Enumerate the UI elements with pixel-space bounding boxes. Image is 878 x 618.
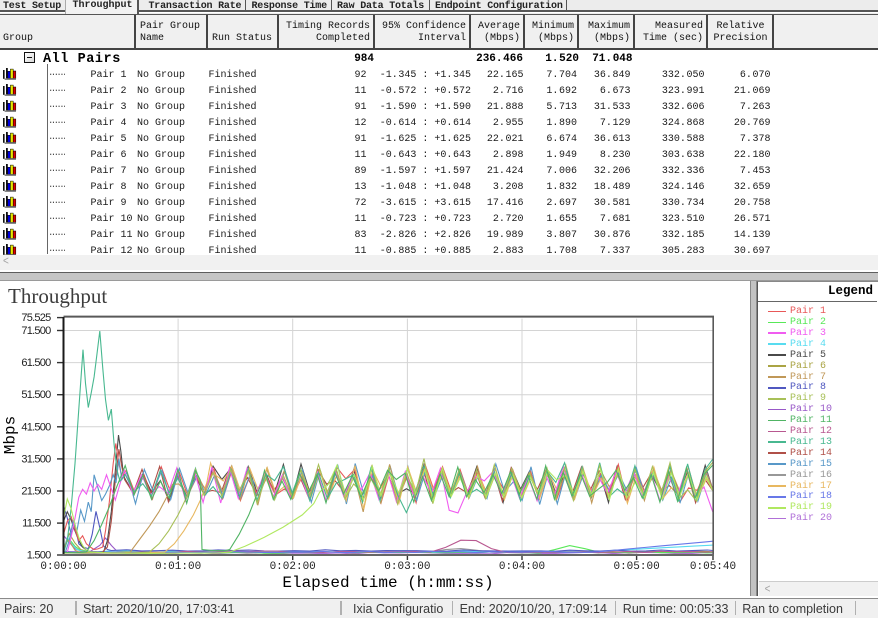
svg-text:21.500: 21.500: [21, 486, 51, 498]
svg-text:1.500: 1.500: [27, 550, 51, 562]
svg-text:11.500: 11.500: [22, 518, 51, 530]
svg-text:0:04:00: 0:04:00: [499, 561, 545, 573]
svg-text:0:03:00: 0:03:00: [384, 561, 430, 573]
svg-text:0:02:00: 0:02:00: [270, 561, 316, 573]
svg-text:0:00:00: 0:00:00: [40, 561, 86, 573]
svg-text:71.500: 71.500: [21, 325, 51, 337]
svg-text:51.500: 51.500: [21, 389, 51, 401]
svg-text:75.525: 75.525: [21, 312, 51, 324]
svg-text:0:05:00: 0:05:00: [613, 561, 659, 573]
svg-text:0:01:00: 0:01:00: [155, 561, 201, 573]
svg-text:41.500: 41.500: [21, 421, 51, 433]
svg-text:Mbps: Mbps: [2, 416, 20, 454]
svg-text:31.500: 31.500: [21, 453, 51, 465]
svg-text:Elapsed time (h:mm:ss): Elapsed time (h:mm:ss): [282, 574, 493, 592]
svg-text:61.500: 61.500: [21, 357, 51, 369]
svg-text:0:05:40: 0:05:40: [690, 561, 736, 573]
